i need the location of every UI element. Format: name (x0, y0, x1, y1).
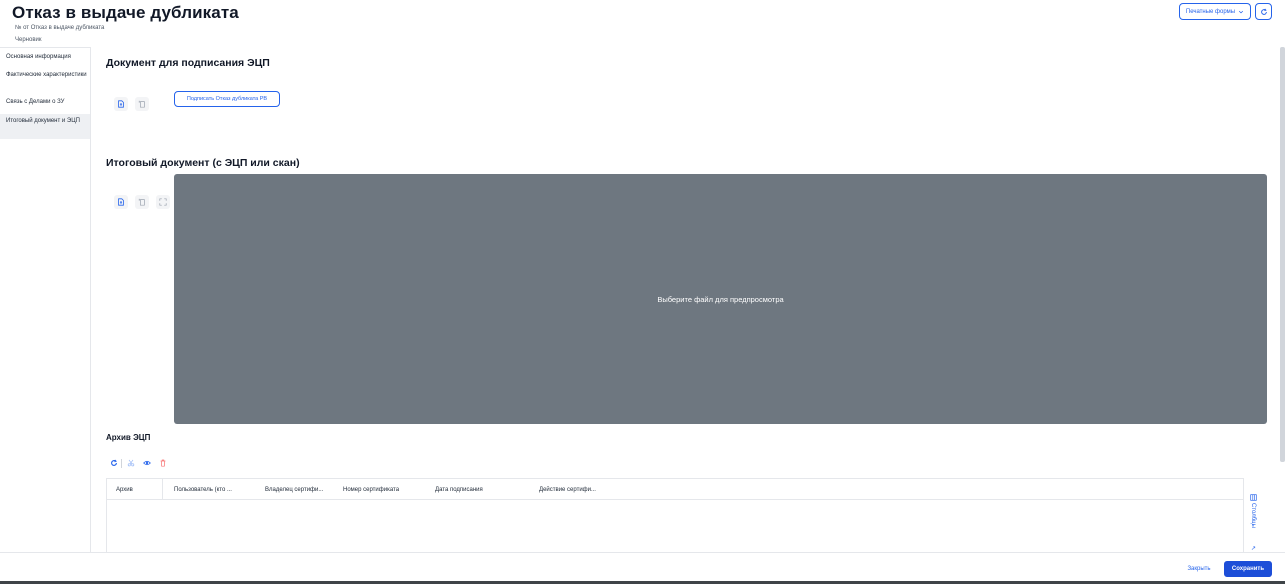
sidebar-nav: Основная информация Фактические характер… (0, 47, 91, 552)
page-title: Отказ в выдаче дубликата (12, 3, 239, 22)
file-upload-icon (118, 198, 124, 206)
page-scrollbar[interactable] (1280, 47, 1285, 462)
preview-placeholder: Выберите файл для предпросмотра (657, 294, 784, 304)
footer-bar: Закрыть Сохранить (0, 552, 1285, 584)
chevron-down-icon (1239, 10, 1244, 13)
column-header-sign-date[interactable]: Дата подписания (435, 479, 521, 500)
toolbar-divider (121, 459, 122, 468)
sidebar-item-characteristics[interactable]: Фактические характеристики (0, 72, 90, 88)
scissors-icon (127, 459, 135, 467)
columns-icon (1249, 494, 1257, 501)
print-forms-button[interactable]: Печатные формы (1179, 3, 1251, 20)
close-button[interactable]: Закрыть (1179, 561, 1219, 577)
column-header-archive[interactable]: Архив (107, 479, 163, 500)
archive-delete-button[interactable] (158, 458, 168, 468)
fullscreen-button[interactable] (156, 195, 170, 209)
print-forms-label: Печатные формы (1185, 8, 1236, 15)
document-number: № от Отказ в выдаче дубликата (15, 25, 105, 31)
archive-table: Архив Пользователь (кто ... Владелец сер… (106, 478, 1244, 553)
column-header-user[interactable]: Пользователь (кто ... (174, 479, 256, 500)
page-header: Отказ в выдаче дубликата № от Отказ в вы… (0, 0, 1285, 46)
file-preview-area: Выберите файл для предпросмотра (174, 174, 1267, 424)
result-upload-button[interactable] (114, 195, 128, 209)
columns-tab-label: Столбцы (1250, 503, 1256, 528)
sidebar-item-main-info[interactable]: Основная информация (0, 54, 90, 63)
trash-icon (160, 459, 166, 467)
upload-file-button[interactable] (114, 97, 128, 111)
column-header-cert-number[interactable]: Номер сертификата (343, 479, 429, 500)
save-button[interactable]: Сохранить (1224, 561, 1272, 577)
column-header-cert-validity[interactable]: Действие сертифи... (539, 479, 629, 500)
eye-icon (143, 460, 151, 466)
main-content: Документ для подписания ЭЦП Подписать От… (92, 47, 1272, 553)
status-label: Черновик (15, 37, 42, 43)
file-action-button[interactable] (135, 97, 149, 111)
archive-cut-button[interactable] (126, 458, 136, 468)
table-header: Архив Пользователь (кто ... Владелец сер… (107, 479, 1243, 500)
refresh-icon (1260, 8, 1267, 15)
archive-refresh-button[interactable] (109, 458, 119, 468)
column-header-cert-owner[interactable]: Владелец сертифи... (265, 479, 345, 500)
header-refresh-button[interactable] (1255, 3, 1272, 20)
file-upload-icon (118, 100, 124, 108)
sidebar-item-land-cases[interactable]: Связь с Делами о ЗУ (0, 99, 90, 108)
sign-document-button[interactable]: Подписать Отказ дубликата РВ (174, 91, 280, 107)
result-file-action-button[interactable] (135, 195, 149, 209)
archive-heading: Архив ЭЦП (106, 433, 151, 442)
sidebar-item-final-document[interactable]: Итоговый документ и ЭЦП (0, 114, 90, 139)
sign-section-heading: Документ для подписания ЭЦП (106, 57, 270, 69)
columns-panel-toggle[interactable]: Столбцы (1246, 494, 1260, 540)
file-sign-icon (138, 100, 145, 108)
archive-view-button[interactable] (142, 458, 152, 468)
fullscreen-icon (159, 198, 167, 206)
scroll-arrow-icon: ↗ (1251, 546, 1257, 552)
refresh-icon (111, 459, 117, 466)
file-sign-icon (138, 198, 145, 206)
result-section-heading: Итоговый документ (с ЭЦП или скан) (106, 157, 300, 169)
